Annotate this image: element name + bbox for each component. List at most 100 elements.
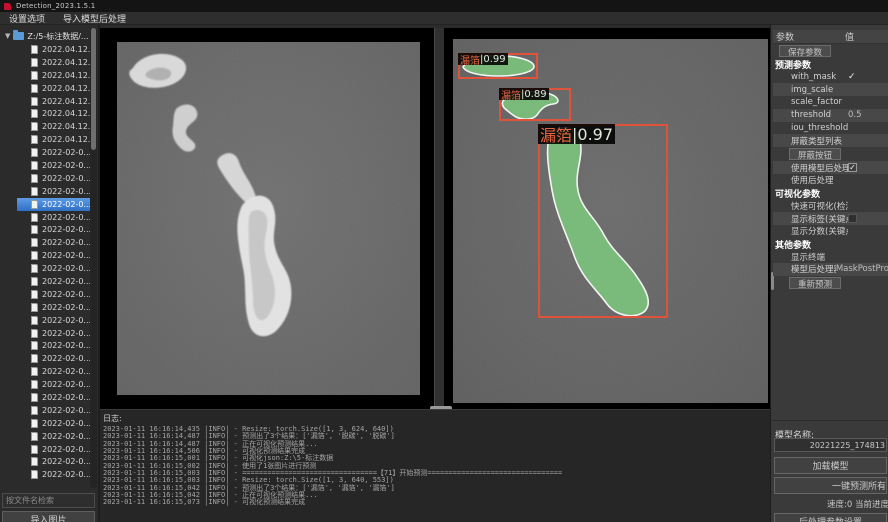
tree-item[interactable]: 2022-02-0... (0, 417, 90, 430)
param-section-header: 可视化参数 (773, 187, 888, 200)
log-panel[interactable]: 日志: 2023-01-11 16:16:14,435 |INFO| - Res… (100, 409, 770, 522)
tree-item[interactable]: 2022.04.12... (0, 82, 90, 95)
param-row[interactable]: 显示分数(关键点) (773, 225, 888, 238)
tree-item[interactable]: 2022-02-0... (0, 159, 90, 172)
predict-all-button[interactable]: 一键预测所有 (774, 477, 887, 494)
param-value: MaskPostPro (836, 264, 888, 274)
param-label: 使用模型后处理 (773, 162, 848, 174)
model-name-field[interactable]: 20221225_174813 (774, 438, 887, 452)
progress-status: 速度:0 当前进度 (771, 498, 888, 510)
param-row[interactable]: 快速可视化(检测) (773, 199, 888, 212)
source-image (117, 42, 420, 395)
tree-item[interactable]: 2022-02-0... (0, 262, 90, 275)
checkbox-checked[interactable]: ✓ (848, 163, 857, 172)
param-label: 显示标签(关键点) (773, 213, 848, 225)
param-button[interactable]: 重新预测 (789, 277, 841, 289)
param-row[interactable]: 显示终端 (773, 250, 888, 263)
log-lines: 2023-01-11 16:16:14,435 |INFO| - Resize:… (100, 426, 770, 507)
tree-item[interactable]: 2022-02-0... (0, 443, 90, 456)
tree-item[interactable]: 2022-02-0... (0, 211, 90, 224)
param-row[interactable]: 显示标签(关键点) (773, 212, 888, 225)
search-input[interactable] (2, 493, 95, 508)
param-row[interactable]: img_scale (773, 83, 888, 96)
sidebar-scrollbar[interactable] (90, 28, 97, 488)
param-button-row: 保存参数 (773, 44, 888, 58)
file-sidebar: ▼ Z:/5-标注数据/... 2022.04.12...2022.04.12.… (0, 25, 98, 522)
tree-item[interactable]: 2022-02-0... (0, 275, 90, 288)
tree-item[interactable]: 2022-02-0... (0, 391, 90, 404)
tree-item[interactable]: 2022-02-0... (0, 430, 90, 443)
tree-item[interactable]: 2022-02-0... (0, 468, 90, 481)
tree-item-list: 2022.04.12...2022.04.12...2022.04.12...2… (0, 43, 90, 481)
tree-item[interactable]: 2022-02-0... (0, 404, 90, 417)
tree-item-label: 2022-02-0... (42, 277, 90, 286)
checkbox-empty[interactable] (848, 214, 857, 223)
param-row[interactable]: 使用模型后处理✓ (773, 161, 888, 174)
mask-1 (463, 55, 534, 76)
tree-item[interactable]: 2022-02-0... (0, 146, 90, 159)
tree-item[interactable]: 2022-02-0... (0, 172, 90, 185)
tree-item[interactable]: 2022-02-0... (0, 301, 90, 314)
postprocess-params-button[interactable]: 后处理参数设置 (774, 513, 887, 522)
tree-item-label: 2022-02-0... (42, 316, 90, 325)
file-icon (31, 135, 38, 144)
param-button-row: 屏蔽按钮 (773, 147, 888, 161)
file-icon (31, 457, 38, 466)
tree-item[interactable]: 2022-02-0... (0, 249, 90, 262)
menu-import-postprocess[interactable]: 导入模型后处理 (63, 12, 126, 25)
param-row[interactable]: iou_threshold (773, 122, 888, 135)
tree-item[interactable]: 2022-02-0... (0, 365, 90, 378)
model-block: 模型名称: 20221225_174813 加载模型 一键预测所有 速度:0 当… (771, 420, 888, 522)
tree-item[interactable]: 2022-02-0... (0, 327, 90, 340)
load-model-button[interactable]: 加载模型 (774, 457, 887, 474)
import-image-button[interactable]: 导入图片 (2, 511, 95, 522)
file-tree: ▼ Z:/5-标注数据/... 2022.04.12...2022.04.12.… (0, 29, 90, 489)
tree-item-label: 2022.04.12... (42, 45, 90, 54)
param-value-column: 值 (845, 30, 854, 43)
tree-item[interactable]: 2022.04.12... (0, 43, 90, 56)
app-icon (4, 3, 11, 10)
tree-item[interactable]: 2022-02-0... (0, 236, 90, 249)
parameter-table: 参数 值 保存参数预测参数with_mask✓img_scalescale_fa… (773, 30, 888, 290)
param-row[interactable]: 使用后处理 (773, 174, 888, 187)
tree-item[interactable]: 2022.04.12... (0, 69, 90, 82)
file-icon (31, 393, 38, 402)
tree-item-label: 2022.04.12... (42, 122, 90, 131)
param-row[interactable]: with_mask✓ (773, 71, 888, 84)
file-icon (31, 213, 38, 222)
sidebar-scrollbar-thumb[interactable] (91, 28, 96, 150)
param-row[interactable]: 屏蔽类型列表 (773, 134, 888, 147)
tree-item[interactable]: 2022.04.12... (0, 133, 90, 146)
tree-item[interactable]: 2022-02-0... (0, 339, 90, 352)
param-row[interactable]: scale_factor (773, 96, 888, 109)
tree-item[interactable]: 2022-02-0... (0, 352, 90, 365)
param-label: 快速可视化(检测) (773, 200, 848, 212)
tree-item[interactable]: 2022.04.12... (0, 107, 90, 120)
param-button[interactable]: 屏蔽按钮 (789, 148, 841, 160)
tree-item[interactable]: 2022-02-0... (0, 314, 90, 327)
tree-root[interactable]: ▼ Z:/5-标注数据/... (0, 29, 90, 43)
tree-item-label: 2022-02-0... (42, 303, 90, 312)
tree-item[interactable]: 2022-02-0... (0, 185, 90, 198)
tree-item[interactable]: 2022-02-0... (0, 288, 90, 301)
file-icon (31, 277, 38, 286)
tree-item[interactable]: 2022-02-0... (0, 378, 90, 391)
tree-item-label: 2022-02-0... (42, 251, 90, 260)
file-icon (31, 238, 38, 247)
tree-item[interactable]: 2022-02-0... (17, 198, 90, 211)
param-row[interactable]: 模型后处理器MaskPostPro (773, 263, 888, 276)
tree-item[interactable]: 2022-02-0... (0, 223, 90, 236)
param-label: with_mask (773, 72, 848, 82)
app-window: Detection_2023.1.5.1 设置选项 导入模型后处理 ▼ Z:/5… (0, 0, 888, 522)
tree-item[interactable]: 2022.04.12... (0, 56, 90, 69)
file-icon (31, 380, 38, 389)
tree-item[interactable]: 2022-02-0... (0, 456, 90, 469)
menu-settings[interactable]: 设置选项 (9, 12, 45, 25)
tree-item[interactable]: 2022.04.12... (0, 120, 90, 133)
pane-splitter[interactable] (434, 28, 444, 409)
param-row[interactable]: threshold0.5 (773, 109, 888, 122)
param-button[interactable]: 保存参数 (779, 45, 831, 57)
tree-item-label: 2022-02-0... (42, 470, 90, 479)
tree-item[interactable]: 2022.04.12... (0, 95, 90, 108)
chevron-down-icon[interactable]: ▼ (5, 32, 10, 40)
